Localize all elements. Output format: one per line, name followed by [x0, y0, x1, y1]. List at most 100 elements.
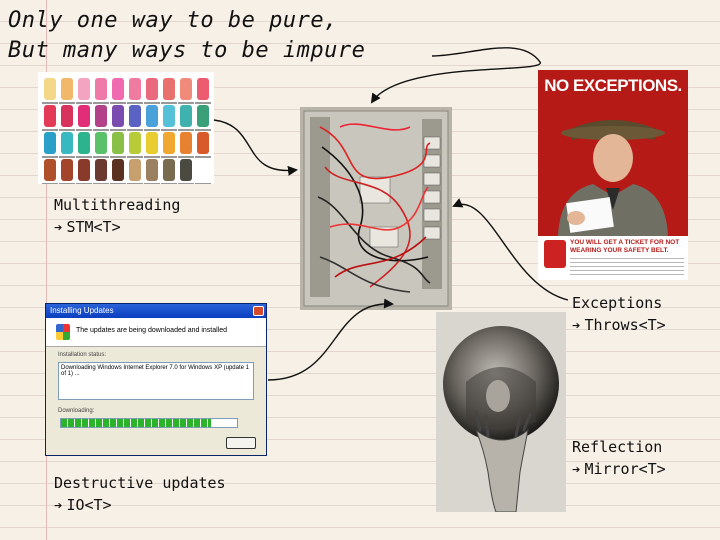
caption-destructive-updates: Destructive updates ➔ IO<T> — [54, 472, 226, 517]
thread-spool-tag — [110, 129, 126, 131]
thread-spool-tag — [76, 102, 92, 104]
windows-shield-icon — [56, 324, 70, 340]
thread-spool-tag — [161, 129, 177, 131]
caption-reflection-label: Reflection — [572, 438, 663, 456]
thread-spool-tag — [178, 183, 194, 184]
dialog-header: The updates are being downloaded and ins… — [46, 318, 266, 347]
thread-spool — [129, 105, 141, 127]
caption-multithreading-type: ➔ STM<T> — [54, 218, 121, 236]
thread-spool-tag — [76, 156, 92, 158]
thread-spool — [112, 78, 124, 100]
dialog-progress-fill — [61, 419, 211, 427]
thread-spool-tag — [144, 156, 160, 158]
thread-spool — [95, 159, 107, 181]
dialog-progress-bar — [60, 418, 238, 428]
dialog-status-box: Downloading Windows Internet Explorer 7.… — [58, 362, 254, 400]
thread-spool-tag — [127, 102, 143, 104]
thread-spool-tag — [144, 102, 160, 104]
thread-spool — [95, 78, 107, 100]
thread-spool — [129, 159, 141, 181]
thread-spool-tag — [42, 156, 58, 158]
thread-spool — [180, 159, 192, 181]
thread-spool-tag — [178, 102, 194, 104]
thread-spool-tag — [42, 102, 58, 104]
thread-spool-tag — [76, 183, 92, 184]
caption-multithreading-label: Multithreading — [54, 196, 181, 214]
dialog-header-text: The updates are being downloaded and ins… — [76, 327, 228, 334]
thread-spool-tag — [195, 102, 211, 104]
thread-spool — [146, 132, 158, 154]
thread-spool-tag — [110, 156, 126, 158]
thread-spool-tag — [195, 156, 211, 158]
thread-spool — [112, 105, 124, 127]
arrow-right-icon: ➔ — [54, 220, 63, 236]
escher-reflecting-sphere-image — [436, 312, 566, 512]
thread-spool-tag — [144, 129, 160, 131]
thread-spool — [129, 132, 141, 154]
thread-spool-tag — [93, 156, 109, 158]
thread-spool — [163, 132, 175, 154]
thread-spool — [44, 159, 56, 181]
poster-ticket-text: YOU WILL GET A TICKET FOR NOT WEARING YO… — [570, 239, 680, 254]
dialog-close-icon — [253, 306, 264, 316]
poster-ticket-banner: YOU WILL GET A TICKET FOR NOT WEARING YO… — [538, 236, 688, 280]
poster-fine-print — [570, 258, 684, 276]
thread-spool-tag — [59, 156, 75, 158]
thread-spool — [163, 105, 175, 127]
thread-spool-tag — [59, 129, 75, 131]
thread-spool-tag — [195, 183, 211, 184]
caption-exceptions-type: ➔ Throws<T> — [572, 316, 666, 334]
thread-spool-tag — [195, 129, 211, 131]
thread-spool-tag — [93, 102, 109, 104]
arrow-title-to-poster — [370, 47, 541, 104]
electrical-wiring-image — [300, 107, 452, 310]
thread-spool — [197, 132, 209, 154]
thread-spool-tag — [93, 129, 109, 131]
thread-spool-tag — [127, 156, 143, 158]
slide-title: Only one way to be pure, But many ways t… — [8, 6, 365, 66]
thread-spool-tag — [161, 183, 177, 184]
thread-spool — [146, 78, 158, 100]
installing-updates-dialog-image: Installing Updates The updates are being… — [45, 303, 267, 456]
thread-spool — [146, 105, 158, 127]
caption-exceptions: Exceptions ➔ Throws<T> — [572, 292, 666, 337]
thread-spool — [61, 159, 73, 181]
thread-spool — [112, 159, 124, 181]
thread-spool-tag — [161, 102, 177, 104]
arrow-dialog-to-wiring — [267, 298, 394, 381]
thread-spool — [44, 78, 56, 100]
arrow-threads-to-wiring — [213, 119, 298, 176]
thread-spool — [78, 105, 90, 127]
thread-spool — [78, 78, 90, 100]
arrow-right-icon: ➔ — [572, 318, 581, 334]
thread-spool — [197, 159, 209, 181]
thread-spool — [129, 78, 141, 100]
dialog-titlebar: Installing Updates — [46, 304, 266, 318]
thread-spool — [163, 159, 175, 181]
thread-spool-tag — [110, 183, 126, 184]
caption-destructive-label: Destructive updates — [54, 474, 226, 492]
thread-spool — [197, 78, 209, 100]
thread-spool-tag — [178, 156, 194, 158]
title-line-1: Only one way to be pure, — [8, 8, 338, 33]
thread-spool-tag — [161, 156, 177, 158]
thread-spool — [78, 159, 90, 181]
caption-multithreading: Multithreading ➔ STM<T> — [54, 194, 180, 239]
caption-reflection: Reflection ➔ Mirror<T> — [572, 436, 666, 481]
thread-spool-tag — [42, 183, 58, 184]
dialog-status-label: Installation status: — [58, 352, 107, 358]
thread-spool — [197, 105, 209, 127]
no-exceptions-poster-image: NO EXCEPTIONS. YOU WILL GET A TICKET FOR… — [538, 70, 688, 280]
thread-spool-tag — [127, 183, 143, 184]
caption-reflection-type: ➔ Mirror<T> — [572, 460, 666, 478]
thread-spool — [44, 105, 56, 127]
thread-spool — [112, 132, 124, 154]
thread-spool — [61, 105, 73, 127]
thread-spool-tag — [127, 129, 143, 131]
thread-spool-tag — [93, 183, 109, 184]
caption-destructive-type: ➔ IO<T> — [54, 496, 112, 514]
thread-spool-tag — [59, 102, 75, 104]
arrow-right-icon: ➔ — [54, 498, 63, 514]
dialog-cancel-button — [226, 437, 256, 449]
thread-spool — [95, 132, 107, 154]
